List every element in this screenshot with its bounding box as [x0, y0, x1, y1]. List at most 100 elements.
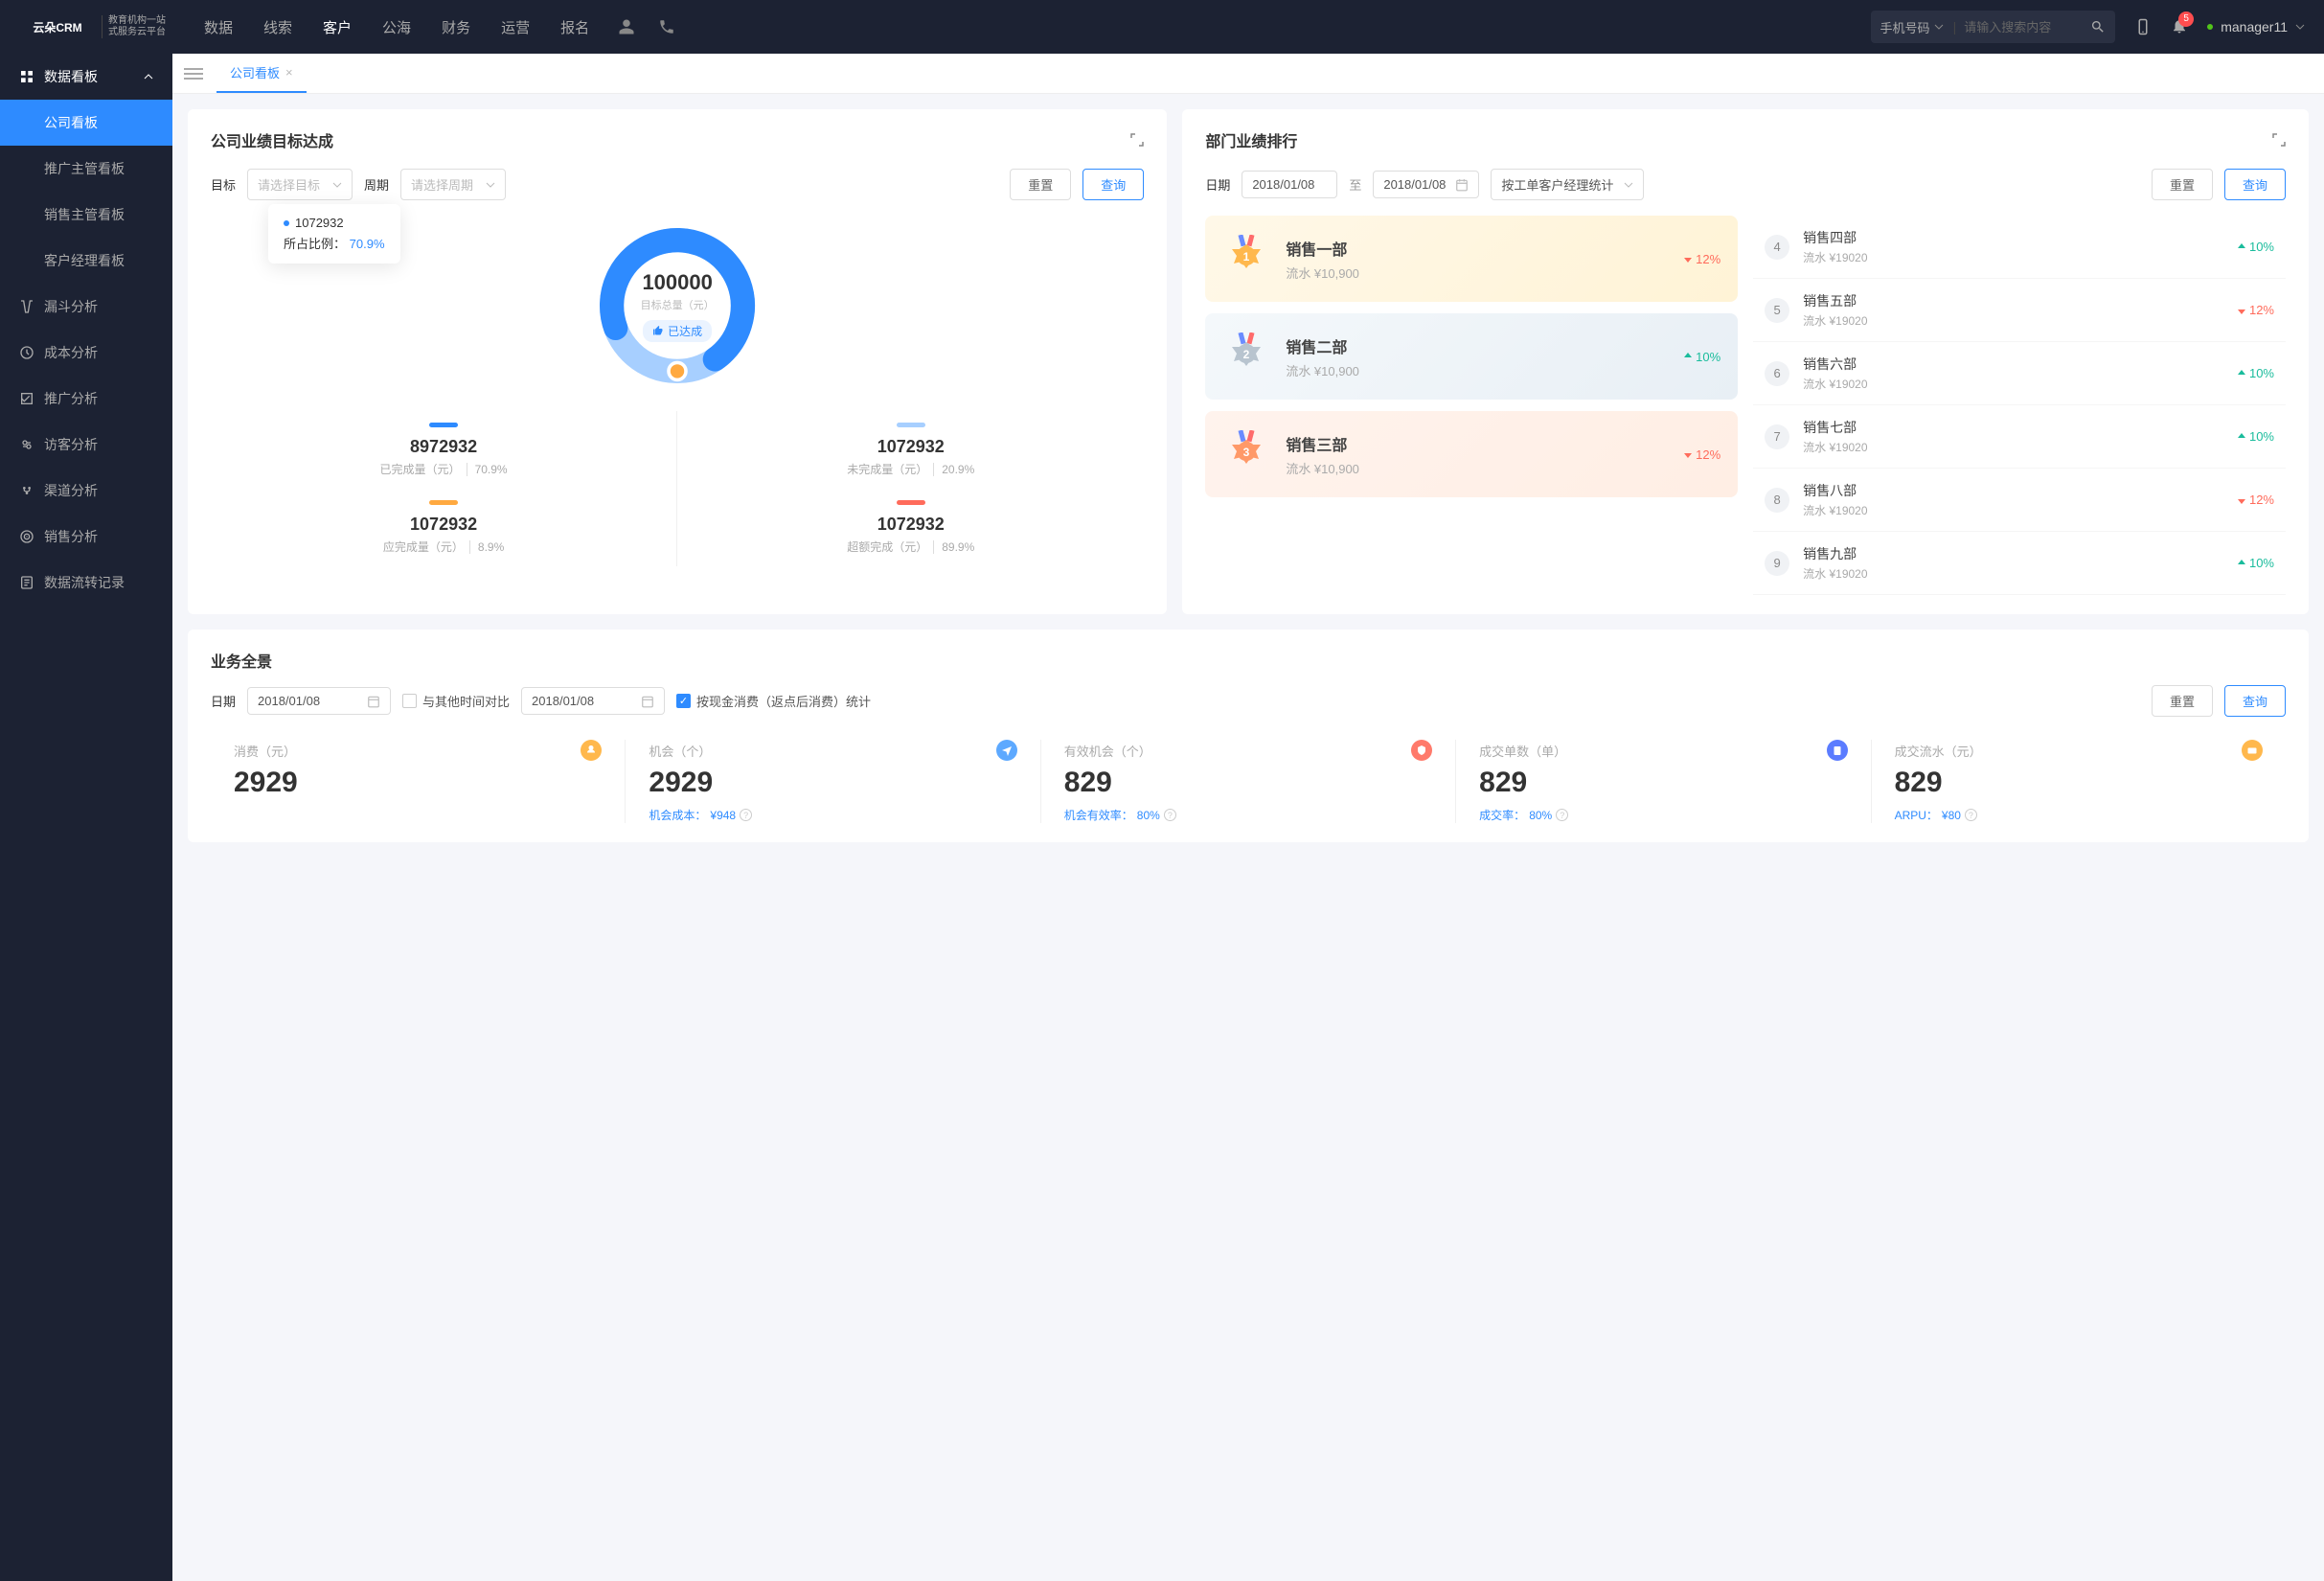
sidebar-toggle[interactable] — [184, 64, 203, 83]
reset-button[interactable]: 重置 — [2152, 169, 2213, 200]
medal-icon: 1 — [1222, 235, 1270, 283]
calendar-icon — [1455, 178, 1469, 192]
chevron-down-icon — [2295, 22, 2305, 32]
svg-text:2: 2 — [1243, 348, 1250, 361]
calendar-icon — [367, 695, 380, 708]
sidebar-item[interactable]: 成本分析 — [0, 330, 172, 376]
arrow-up-icon — [2236, 431, 2247, 443]
reset-button[interactable]: 重置 — [2152, 685, 2213, 717]
sidebar-sub-item[interactable]: 销售主管看板 — [0, 192, 172, 238]
user-menu[interactable]: manager11 — [2207, 19, 2305, 34]
chevron-down-icon — [332, 180, 342, 190]
sidebar-item[interactable]: 推广分析 — [0, 376, 172, 422]
business-overview-card: 业务全景 日期 2018/01/08 与其他时间对比 2018/01/08 按现… — [188, 630, 2309, 842]
medal-icon: 3 — [1222, 430, 1270, 478]
help-icon[interactable]: ? — [1965, 809, 1977, 821]
kpi-icon — [2242, 740, 2263, 761]
help-icon[interactable]: ? — [740, 809, 752, 821]
arrow-down-icon — [1682, 253, 1694, 264]
nav-items: 数据 线索 客户 公海 财务 运营 报名 — [204, 17, 589, 37]
nav-item-0[interactable]: 数据 — [204, 17, 233, 37]
card-title: 公司业绩目标达成 — [211, 128, 333, 151]
target-select[interactable]: 请选择目标 — [247, 169, 353, 200]
rank-card-1: 1销售一部流水 ¥10,90012% — [1205, 216, 1738, 302]
search-box[interactable]: 手机号码 | — [1871, 11, 2116, 43]
query-button[interactable]: 查询 — [2224, 685, 2286, 717]
dashboard-icon — [19, 69, 34, 84]
menu-icon — [19, 437, 34, 452]
menu-icon — [19, 299, 34, 314]
overview-date2-input[interactable]: 2018/01/08 — [521, 687, 665, 715]
compare-checkbox[interactable]: 与其他时间对比 — [402, 692, 510, 710]
achieved-badge: 已达成 — [643, 320, 712, 342]
status-dot — [2207, 24, 2213, 30]
main: 公司看板 × 公司业绩目标达成 目标 请选择目标 周期 请选择周期 重置 查询 — [172, 54, 2324, 1581]
device-icon[interactable] — [2134, 18, 2152, 35]
arrow-down-icon — [2236, 305, 2247, 316]
reset-button[interactable]: 重置 — [1010, 169, 1071, 200]
sidebar: 数据看板 公司看板推广主管看板销售主管看板客户经理看板 漏斗分析成本分析推广分析… — [0, 54, 172, 1581]
rank-row: 4销售四部流水 ¥1902010% — [1753, 216, 2286, 279]
nav-item-1[interactable]: 线索 — [263, 17, 292, 37]
query-button[interactable]: 查询 — [2224, 169, 2286, 200]
svg-text:1: 1 — [1243, 250, 1250, 264]
sidebar-item[interactable]: 数据流转记录 — [0, 560, 172, 606]
menu-icon — [19, 575, 34, 590]
nav-item-6[interactable]: 报名 — [560, 17, 589, 37]
expand-icon[interactable] — [1130, 133, 1144, 147]
sidebar-sub-item[interactable]: 推广主管看板 — [0, 146, 172, 192]
sidebar-item[interactable]: 访客分析 — [0, 422, 172, 468]
query-button[interactable]: 查询 — [1082, 169, 1144, 200]
kpi-item: 消费（元）2929 — [211, 740, 626, 823]
overview-date1-input[interactable]: 2018/01/08 — [247, 687, 391, 715]
stat-item: 1072932未完成量（元）20.9% — [677, 411, 1144, 489]
kpi-icon — [1827, 740, 1848, 761]
tab-company-board[interactable]: 公司看板 × — [216, 54, 307, 93]
goal-achievement-card: 公司业绩目标达成 目标 请选择目标 周期 请选择周期 重置 查询 1072932… — [188, 109, 1167, 614]
sidebar-sub-item[interactable]: 客户经理看板 — [0, 238, 172, 284]
help-icon[interactable]: ? — [1556, 809, 1568, 821]
phone-icon[interactable] — [658, 18, 675, 35]
user-icon[interactable] — [618, 18, 635, 35]
sidebar-group-dashboard[interactable]: 数据看板 — [0, 54, 172, 100]
cash-checkbox[interactable]: 按现金消费（返点后消费）统计 — [676, 692, 871, 710]
nav-item-2[interactable]: 客户 — [323, 17, 352, 37]
chart-tooltip: 1072932 所占比例： 70.9% — [268, 204, 400, 264]
nav-item-5[interactable]: 运营 — [501, 17, 530, 37]
search-input[interactable] — [1956, 20, 2090, 34]
rank-row: 8销售八部流水 ¥1902012% — [1753, 469, 2286, 532]
kpi-icon — [996, 740, 1017, 761]
tabs-bar: 公司看板 × — [172, 54, 2324, 94]
sidebar-item[interactable]: 漏斗分析 — [0, 284, 172, 330]
arrow-up-icon — [2236, 558, 2247, 569]
nav-item-4[interactable]: 财务 — [442, 17, 470, 37]
thumb-up-icon — [652, 325, 664, 336]
chevron-down-icon — [486, 180, 495, 190]
notif-badge: 5 — [2178, 11, 2194, 27]
rank-row: 9销售九部流水 ¥1902010% — [1753, 532, 2286, 595]
rank-row: 6销售六部流水 ¥1902010% — [1753, 342, 2286, 405]
date-to-input[interactable]: 2018/01/08 — [1373, 171, 1479, 198]
nav-item-3[interactable]: 公海 — [382, 17, 411, 37]
close-icon[interactable]: × — [285, 65, 293, 80]
search-type-select[interactable]: 手机号码 — [1880, 18, 1953, 36]
help-icon[interactable]: ? — [1164, 809, 1176, 821]
chevron-down-icon — [1624, 180, 1633, 190]
date-from-input[interactable]: 2018/01/08 — [1242, 171, 1337, 198]
period-select[interactable]: 请选择周期 — [400, 169, 506, 200]
rank-card-2: 2销售二部流水 ¥10,90010% — [1205, 313, 1738, 400]
sidebar-item[interactable]: 销售分析 — [0, 514, 172, 560]
menu-icon — [19, 483, 34, 498]
dept-ranking-card: 部门业绩排行 日期 2018/01/08 至 2018/01/08 按工单客户经… — [1182, 109, 2309, 614]
sidebar-item[interactable]: 渠道分析 — [0, 468, 172, 514]
menu-icon — [19, 345, 34, 360]
logo-text: 云朵CRM — [19, 15, 96, 38]
search-icon[interactable] — [2090, 19, 2106, 34]
sidebar-sub-item[interactable]: 公司看板 — [0, 100, 172, 146]
stat-by-select[interactable]: 按工单客户经理统计 — [1491, 169, 1644, 200]
kpi-item: 成交单数（单）829成交率：80%? — [1456, 740, 1871, 823]
notifications-button[interactable]: 5 — [2171, 17, 2188, 37]
expand-icon[interactable] — [2272, 133, 2286, 147]
menu-icon — [19, 391, 34, 406]
stat-item: 1072932应完成量（元）8.9% — [211, 489, 677, 566]
